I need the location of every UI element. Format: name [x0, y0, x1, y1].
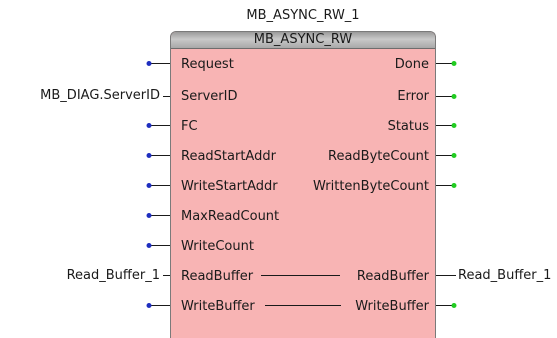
writecount-input-dot[interactable]: [146, 243, 152, 248]
maxreadcount-input-dot[interactable]: [146, 213, 152, 218]
request-input-dot[interactable]: [146, 61, 152, 66]
fc-input-dot[interactable]: [146, 123, 152, 128]
error-output-dot[interactable]: [451, 94, 457, 99]
done-output-dot[interactable]: [451, 61, 457, 66]
readbytecount-output-dot[interactable]: [451, 153, 457, 158]
input-dots: [146, 61, 152, 308]
connection-wires: [146, 61, 457, 308]
writebuffer-output-dot[interactable]: [451, 303, 457, 308]
readstartaddr-input-dot[interactable]: [146, 153, 152, 158]
writtenbytecount-output-dot[interactable]: [451, 183, 457, 188]
output-dots: [451, 61, 457, 308]
status-output-dot[interactable]: [451, 123, 457, 128]
writebuffer-input-dot[interactable]: [146, 303, 152, 308]
writestartaddr-input-dot[interactable]: [146, 183, 152, 188]
